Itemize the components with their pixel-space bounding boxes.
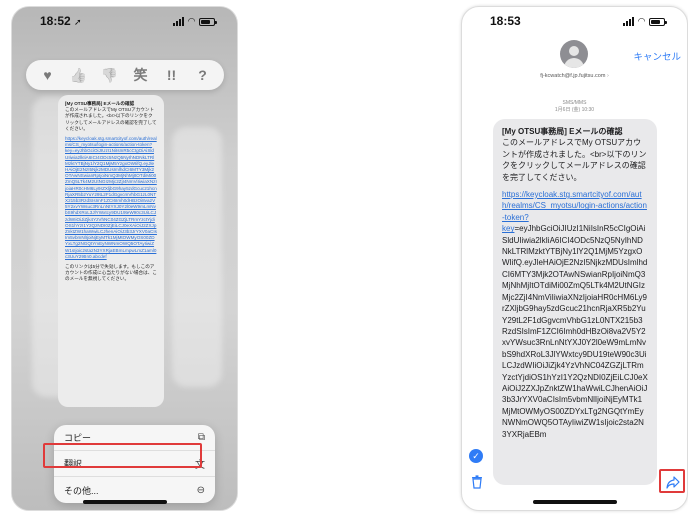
question-icon[interactable]: ? bbox=[192, 60, 214, 90]
battery-icon bbox=[649, 17, 667, 26]
contact-header: キャンセル fj-kcwatch@f.jp.fujitsu.com › bbox=[462, 37, 687, 97]
more-circle-icon: ⊖ bbox=[196, 484, 205, 496]
thumbs-down-icon[interactable]: 👎 bbox=[99, 60, 121, 90]
avatar[interactable] bbox=[560, 40, 588, 68]
signal-icon bbox=[623, 16, 635, 26]
cancel-button[interactable]: キャンセル bbox=[633, 49, 681, 63]
wifi-icon: ◠ bbox=[188, 15, 195, 26]
right-phone-screenshot: 18:53 ◠ キャンセル fj-kcwatch@f.jp.fujitsu.co… bbox=[461, 6, 688, 511]
home-indicator bbox=[82, 500, 167, 504]
message-bubble[interactable]: [My OTSU事務局] Eメールの確認 このメールアドレスでMy OTSUアカ… bbox=[58, 95, 164, 407]
tapback-reaction-bar: ♥ 👍 👎 笑 !! ? bbox=[26, 60, 224, 90]
battery-icon bbox=[199, 17, 217, 26]
chevron-right-icon: › bbox=[606, 73, 609, 79]
message-key: =eyJhbGciOiJIUzI1NiIsInR5cCIgOiAiSldUIiw… bbox=[502, 224, 648, 439]
message-link[interactable]: https://keycloak.stg.smartcityof.com/aut… bbox=[502, 189, 648, 223]
selected-check-icon[interactable]: ✓ bbox=[469, 449, 483, 463]
status-time: 18:53 bbox=[490, 14, 521, 28]
blurred-shape bbox=[172, 127, 222, 387]
highlight-box-share bbox=[659, 469, 685, 493]
message-key-label[interactable]: key bbox=[502, 224, 514, 233]
contact-email[interactable]: fj-kcwatch@f.jp.fujitsu.com › bbox=[462, 73, 687, 79]
left-phone-screenshot: 18:52 ➚ ◠ ♥ 👍 👎 笑 !! ? [My OTSU事務局] Eメール… bbox=[11, 6, 238, 511]
menu-item-label: その他... bbox=[64, 485, 99, 496]
message-intro: このメールアドレスでMy OTSUアカウントが作成されました。<br>以下のリン… bbox=[65, 107, 157, 131]
message-title: [My OTSU事務局] Eメールの確認 bbox=[502, 127, 623, 136]
haha-icon[interactable]: 笑 bbox=[130, 60, 152, 90]
highlight-box-more bbox=[43, 443, 202, 468]
home-indicator bbox=[532, 500, 617, 504]
message-meta: SMS/MMS 1月6日 (金) 10:30 bbox=[462, 100, 687, 114]
message-footer: このリンクは5分で失効します。もしこのアカウントの作成に心当たりがない場合は、こ… bbox=[65, 264, 157, 282]
signal-icon bbox=[173, 16, 185, 26]
status-bar: 18:53 ◠ bbox=[462, 7, 687, 35]
message-intro: このメールアドレスでMy OTSUアカウントが作成されました。<br>以下のリン… bbox=[502, 138, 647, 182]
message-service: SMS/MMS bbox=[562, 100, 587, 106]
exclamation-icon[interactable]: !! bbox=[161, 60, 183, 90]
location-arrow-icon: ➚ bbox=[74, 17, 82, 27]
message-link[interactable]: https://keycloak.stg.smartcityof.com/aut… bbox=[65, 136, 157, 148]
message-timestamp: 1月6日 (金) 10:30 bbox=[554, 107, 595, 113]
message-key[interactable]: key=eyJhbGciOiJIUzI1NiIsInR5cCIgOiAiSldU… bbox=[65, 148, 157, 260]
status-bar: 18:52 ➚ ◠ bbox=[12, 7, 237, 35]
wifi-icon: ◠ bbox=[638, 15, 645, 26]
heart-icon[interactable]: ♥ bbox=[37, 60, 59, 90]
trash-icon[interactable] bbox=[471, 475, 483, 489]
message-bubble[interactable]: [My OTSU事務局] Eメールの確認 このメールアドレスでMy OTSUアカ… bbox=[493, 119, 657, 485]
status-time: 18:52 ➚ bbox=[40, 14, 82, 28]
copy-icon: ⧉ bbox=[197, 432, 205, 443]
thumbs-up-icon[interactable]: 👍 bbox=[68, 60, 90, 90]
